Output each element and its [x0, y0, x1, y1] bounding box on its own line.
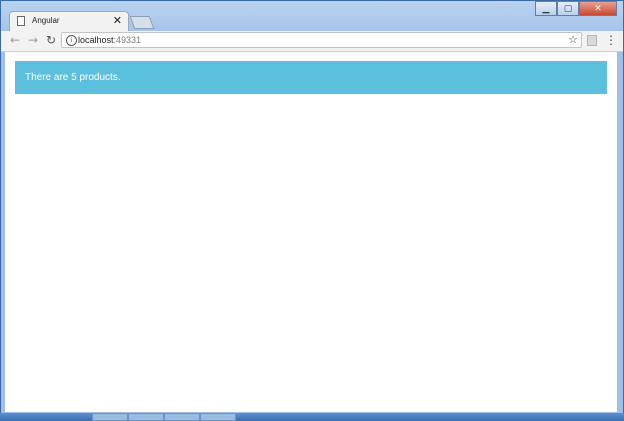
tab-angular[interactable]: Angular ✕	[9, 11, 129, 31]
browser-window: Angular ✕ ▁ ▢ ✕ ← → ↻ i localhost:49331 …	[0, 0, 624, 417]
taskbar-item[interactable]	[92, 413, 128, 421]
info-icon[interactable]: i	[66, 35, 77, 46]
close-window-button[interactable]: ✕	[579, 1, 617, 16]
page-viewport: There are 5 products.	[5, 52, 617, 412]
star-icon[interactable]: ☆	[568, 33, 578, 46]
url-host: localhost	[78, 35, 114, 45]
browser-toolbar: ← → ↻ i localhost:49331 ☆ ⋮	[1, 31, 623, 52]
taskbar-item[interactable]	[128, 413, 164, 421]
taskbar-item[interactable]	[164, 413, 200, 421]
address-bar[interactable]: i localhost:49331 ☆	[61, 32, 582, 48]
url-port: :49331	[113, 35, 142, 45]
url-text: localhost:49331	[78, 35, 141, 45]
title-bar: Angular ✕ ▁ ▢ ✕	[1, 1, 623, 31]
maximize-button[interactable]: ▢	[557, 1, 579, 16]
forward-arrow-icon[interactable]: →	[25, 32, 41, 48]
taskbar	[0, 413, 624, 421]
extension-icon[interactable]	[587, 35, 597, 46]
taskbar-item[interactable]	[200, 413, 236, 421]
minimize-button[interactable]: ▁	[535, 1, 557, 16]
document-icon	[17, 16, 25, 26]
back-arrow-icon[interactable]: ←	[7, 32, 23, 48]
new-tab-button[interactable]	[129, 16, 155, 29]
kebab-menu-icon[interactable]: ⋮	[605, 33, 617, 47]
reload-icon[interactable]: ↻	[43, 32, 59, 48]
tab-title: Angular	[32, 16, 60, 25]
window-controls: ▁ ▢ ✕	[535, 1, 617, 16]
tab-close-icon[interactable]: ✕	[113, 14, 122, 28]
products-count-alert: There are 5 products.	[15, 61, 607, 94]
